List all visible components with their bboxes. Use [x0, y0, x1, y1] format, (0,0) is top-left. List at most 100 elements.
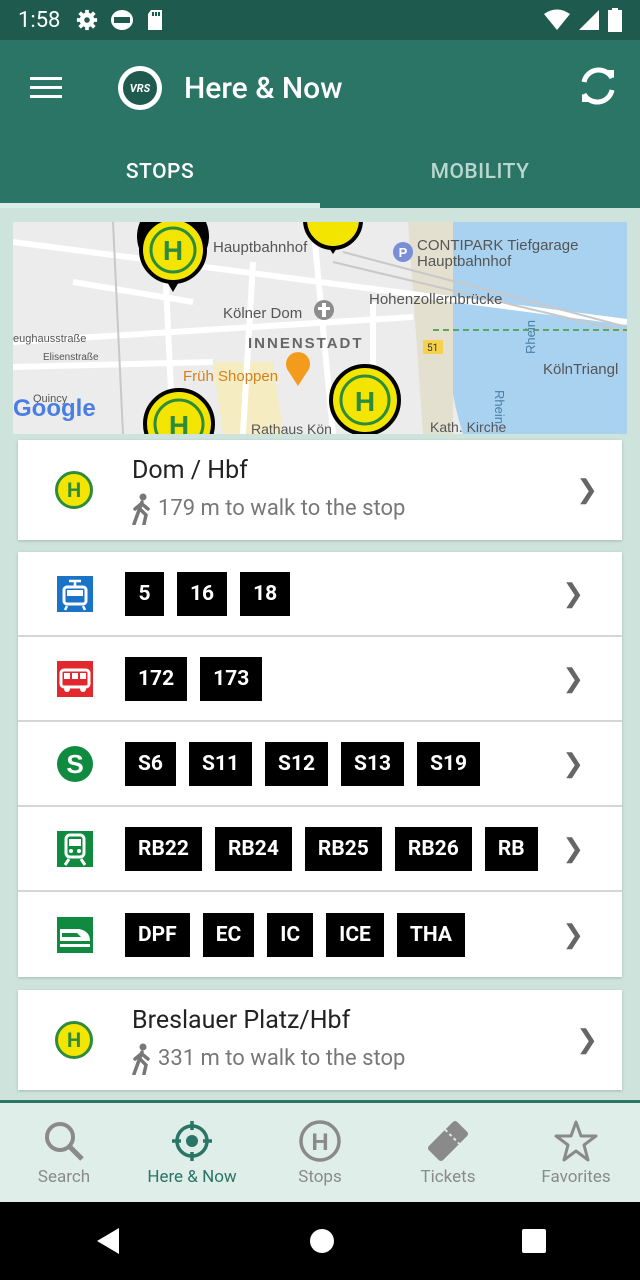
- line-badge[interactable]: RB24: [214, 826, 292, 871]
- sbahn-icon: S: [55, 744, 95, 784]
- home-icon[interactable]: [308, 1227, 336, 1255]
- svg-text:H: H: [163, 235, 183, 266]
- line-badge[interactable]: S12: [265, 741, 329, 786]
- map-marker-stop-3[interactable]: H: [329, 364, 401, 434]
- svg-text:H: H: [355, 386, 375, 417]
- chevron-right-icon: ❯: [562, 663, 584, 694]
- map-label-street-1: eughausstraße: [13, 333, 86, 345]
- gear-icon: [77, 9, 98, 31]
- mode-row-long-distance[interactable]: DPF EC IC ICE THA ❯: [18, 892, 622, 977]
- map-poi-parking-icon: P: [393, 242, 413, 262]
- line-badges: S6 S11 S12 S13 S19: [125, 741, 545, 786]
- back-icon[interactable]: [93, 1226, 123, 1256]
- map-view[interactable]: 51 Hauptbahnhof CONTIPARK Tiefgarage Hau…: [13, 222, 627, 434]
- map-label-rathaus: Rathaus Kön: [251, 421, 332, 434]
- system-nav-bar: [0, 1202, 640, 1280]
- mode-row-regional[interactable]: RB22 RB24 RB25 RB26 RB ❯: [18, 807, 622, 892]
- svg-text:P: P: [399, 245, 408, 260]
- map-label-frueh: Früh Shoppen: [183, 368, 278, 385]
- stop-card[interactable]: H Breslauer Platz/Hbf 331 m to walk to t…: [18, 990, 622, 1090]
- line-badge[interactable]: 172: [125, 656, 188, 701]
- nav-favorites[interactable]: Favorites: [512, 1103, 640, 1202]
- map-label-innenstadt: INNENSTADT: [248, 335, 364, 352]
- line-badge[interactable]: S19: [417, 741, 481, 786]
- walk-distance: 331 m to walk to the stop: [158, 1046, 406, 1071]
- refresh-icon: [581, 67, 615, 105]
- bottom-nav: Search Here & Now H Stops Tickets Favori…: [0, 1100, 640, 1202]
- tab-mobility[interactable]: MOBILITY: [320, 136, 640, 208]
- regional-train-icon: [55, 829, 95, 869]
- stop-card[interactable]: H Dom / Hbf 179 m to walk to the stop ❯: [18, 440, 622, 540]
- nav-stops-label: Stops: [298, 1166, 342, 1187]
- line-badges: 5 16 18: [125, 571, 545, 616]
- line-badge[interactable]: 16: [177, 571, 228, 616]
- map-label-dom: Kölner Dom: [223, 305, 302, 322]
- nav-favorites-label: Favorites: [541, 1166, 611, 1187]
- crosshair-icon: [172, 1120, 212, 1161]
- line-badge[interactable]: RB26: [394, 826, 472, 871]
- mode-row-tram[interactable]: 5 16 18 ❯: [18, 552, 622, 637]
- map-poi-church-icon: [314, 300, 334, 320]
- ticket-icon: [428, 1120, 468, 1161]
- map-label-contipark-2: Hauptbahnhof: [417, 253, 512, 270]
- map-label-bridge: Hohenzollernbrücke: [369, 291, 502, 308]
- map-label-contipark: CONTIPARK Tiefgarage: [417, 237, 578, 254]
- line-badge[interactable]: 5: [125, 571, 164, 616]
- map-label-triangle: KölnTriangl: [543, 361, 618, 378]
- line-badges: RB22 RB24 RB25 RB26 RB: [125, 826, 545, 871]
- nav-here-now[interactable]: Here & Now: [128, 1103, 256, 1202]
- line-badge[interactable]: RB: [484, 826, 538, 871]
- mode-row-bus[interactable]: 172 173 ❯: [18, 637, 622, 722]
- line-badges: DPF EC IC ICE THA: [125, 912, 545, 957]
- status-time: 1:58: [18, 7, 61, 33]
- chevron-right-icon: ❯: [576, 1025, 598, 1055]
- tram-icon: [55, 574, 95, 614]
- tab-stops[interactable]: STOPS: [0, 136, 320, 208]
- line-badge[interactable]: RB22: [125, 826, 202, 871]
- line-badge[interactable]: RB25: [304, 826, 382, 871]
- recents-icon[interactable]: [521, 1228, 547, 1254]
- line-badge[interactable]: 173: [200, 656, 263, 701]
- line-badge[interactable]: S6: [125, 741, 176, 786]
- wifi-icon: [544, 9, 570, 30]
- map-label-rhein-2: Rhein: [492, 390, 507, 424]
- chevron-right-icon: ❯: [576, 475, 598, 505]
- vrs-logo-text: VRS: [121, 69, 159, 107]
- nav-stops[interactable]: H Stops: [256, 1103, 384, 1202]
- long-distance-train-icon: [55, 915, 95, 955]
- battery-icon: [608, 8, 622, 32]
- cell-signal-icon: [579, 10, 599, 30]
- google-logo: Google: [13, 395, 96, 422]
- line-badge[interactable]: ICE: [326, 912, 384, 957]
- star-icon: [554, 1120, 598, 1161]
- line-badge[interactable]: IC: [267, 912, 314, 957]
- nav-search[interactable]: Search: [0, 1103, 128, 1202]
- line-badge[interactable]: THA: [396, 912, 466, 957]
- vrs-notification-icon: [111, 10, 134, 30]
- line-badge[interactable]: EC: [202, 912, 255, 957]
- mode-row-sbahn[interactable]: S S6 S11 S12 S13 S19 ❯: [18, 722, 622, 807]
- line-badge[interactable]: DPF: [125, 912, 190, 957]
- svg-text:H: H: [169, 410, 189, 434]
- refresh-button[interactable]: [576, 64, 620, 108]
- chevron-right-icon: ❯: [562, 748, 584, 779]
- stop-name: Breslauer Platz/Hbf: [132, 1005, 351, 1035]
- nav-search-label: Search: [37, 1166, 91, 1187]
- status-bar: 1:58: [0, 0, 640, 40]
- nav-tickets-label: Tickets: [420, 1166, 476, 1187]
- nav-tickets[interactable]: Tickets: [384, 1103, 512, 1202]
- menu-button[interactable]: [0, 40, 92, 136]
- tab-bar: STOPS MOBILITY: [0, 136, 640, 208]
- chevron-right-icon: ❯: [562, 833, 584, 864]
- line-badge[interactable]: S11: [188, 741, 253, 786]
- svg-text:H: H: [311, 1129, 328, 1156]
- stop-h-icon: H: [299, 1119, 341, 1162]
- line-badge[interactable]: S13: [341, 741, 405, 786]
- map-label-rhein-1: Rhein: [523, 320, 538, 354]
- line-badge[interactable]: 18: [240, 571, 291, 616]
- line-badges: 172 173: [125, 656, 545, 701]
- vrs-logo: VRS: [118, 66, 162, 110]
- bus-icon: [55, 659, 95, 699]
- walking-person-icon: [132, 1043, 150, 1075]
- hamburger-icon: [30, 77, 62, 98]
